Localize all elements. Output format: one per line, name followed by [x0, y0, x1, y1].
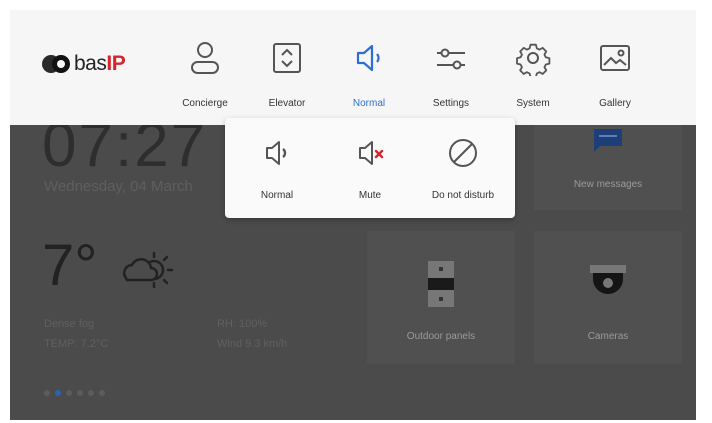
- door-panel-icon: [428, 261, 454, 307]
- nav-sound-normal[interactable]: Normal: [329, 40, 409, 114]
- nav-label: Normal: [352, 98, 386, 109]
- nav-label: Settings: [432, 98, 470, 109]
- sound-mode-dropdown: Normal Mute Do not disturb: [225, 118, 515, 218]
- speaker-icon: [266, 141, 287, 165]
- weather-temp-detail: TEMP: 7.2°C: [44, 338, 109, 350]
- cameras-label: Cameras: [587, 331, 629, 342]
- cameras-tile[interactable]: Cameras: [534, 231, 682, 364]
- nav-gallery[interactable]: Gallery: [575, 40, 655, 114]
- messages-tile[interactable]: New messages: [534, 125, 682, 210]
- cloud-sun-icon: [123, 251, 174, 289]
- speaker-icon: [356, 44, 380, 72]
- nav-concierge[interactable]: Concierge: [165, 40, 245, 114]
- elevator-icon: [273, 43, 301, 73]
- page-dot-active[interactable]: [55, 390, 61, 396]
- logo-text-ip: IP: [106, 52, 126, 75]
- top-nav-bar: basIP Concierge Elevator Normal Settings: [10, 10, 696, 125]
- weather-humidity: RH: 100%: [217, 318, 268, 330]
- gear-icon: [516, 43, 551, 76]
- page-dot[interactable]: [77, 390, 83, 396]
- sound-option-mute[interactable]: Mute: [325, 136, 415, 201]
- nav-label: Gallery: [599, 98, 631, 109]
- outdoor-panels-tile[interactable]: Outdoor panels: [367, 231, 515, 364]
- nav-settings[interactable]: Settings: [411, 40, 491, 114]
- nav-label: Elevator: [268, 98, 306, 109]
- nav-system[interactable]: System: [493, 40, 573, 114]
- page-dot[interactable]: [44, 390, 50, 396]
- weather-temperature: 7°: [42, 233, 98, 298]
- page-dot[interactable]: [66, 390, 72, 396]
- clock-date: Wednesday, 04 March: [44, 178, 193, 195]
- sound-option-normal[interactable]: Normal: [232, 136, 322, 201]
- sound-option-label: Mute: [358, 190, 382, 201]
- speaker-mute-icon: [359, 141, 384, 165]
- nav-label: System: [516, 98, 550, 109]
- message-icon: [594, 129, 622, 152]
- sound-option-label: Do not disturb: [431, 190, 495, 201]
- intercom-screen: 07:27 Wednesday, 04 March 7° Dense fog T…: [10, 10, 696, 420]
- outdoor-panels-label: Outdoor panels: [406, 331, 476, 342]
- sound-option-dnd[interactable]: Do not disturb: [418, 136, 508, 201]
- logo-text: bas: [74, 52, 107, 75]
- messages-label: New messages: [573, 179, 643, 190]
- logo-mark: [42, 53, 72, 75]
- weather-wind: Wind 9.3 km/h: [217, 338, 288, 350]
- nav-elevator[interactable]: Elevator: [247, 40, 327, 114]
- sound-option-label: Normal: [260, 190, 294, 201]
- sliders-icon: [437, 48, 465, 70]
- image-icon: [600, 45, 630, 71]
- bas-ip-logo: basIP: [42, 50, 126, 78]
- weather-condition: Dense fog: [44, 318, 95, 330]
- camera-icon: [590, 265, 626, 294]
- do-not-disturb-icon: [449, 139, 477, 167]
- page-dot[interactable]: [88, 390, 94, 396]
- nav-label: Concierge: [182, 98, 228, 109]
- page-dot[interactable]: [99, 390, 105, 396]
- person-icon: [191, 42, 219, 74]
- page-indicator[interactable]: [44, 390, 105, 396]
